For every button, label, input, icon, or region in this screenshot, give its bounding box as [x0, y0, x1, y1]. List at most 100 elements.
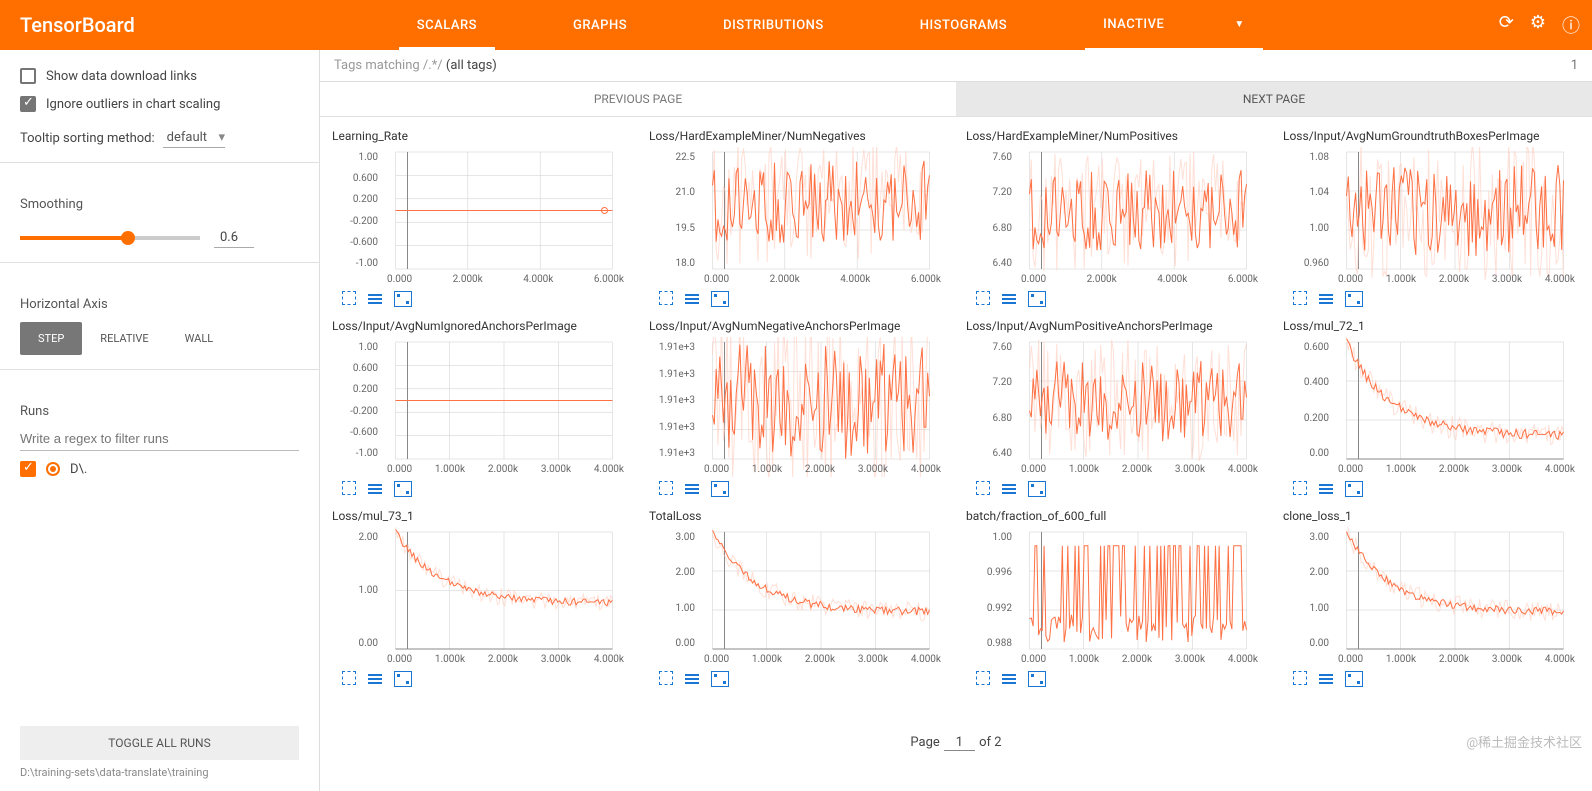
chart-actions	[649, 671, 946, 687]
axis-wall-button[interactable]: WALL	[167, 322, 232, 355]
charts-grid: Learning_Rate 1.000.6000.200-0.200-0.600…	[320, 117, 1592, 727]
chart-plot[interactable]: 3.002.001.000.00 0.0001.000k2.000k3.000k…	[649, 527, 946, 667]
smoothing-slider[interactable]	[20, 236, 200, 240]
axis-relative-button[interactable]: RELATIVE	[82, 322, 166, 355]
box-icon[interactable]	[394, 291, 412, 307]
chart-actions	[1283, 671, 1580, 687]
refresh-icon[interactable]: ⟳	[1499, 12, 1514, 38]
chart-plot[interactable]: 3.002.001.000.00 0.0001.000k2.000k3.000k…	[1283, 527, 1580, 667]
smoothing-label: Smoothing	[20, 197, 299, 212]
chart-card: Loss/Input/AvgNumPositiveAnchorsPerImage…	[966, 319, 1263, 497]
box-icon[interactable]	[1345, 481, 1363, 497]
chart-plot[interactable]: 1.000.6000.200-0.200-0.600-1.00 0.0002.0…	[332, 147, 629, 287]
expand-icon[interactable]	[342, 291, 356, 305]
lines-icon[interactable]	[1000, 671, 1018, 687]
box-icon[interactable]	[711, 291, 729, 307]
prev-page-button[interactable]: PREVIOUS PAGE	[320, 82, 956, 117]
chart-title: Loss/Input/AvgNumNegativeAnchorsPerImage	[649, 319, 946, 333]
chart-plot[interactable]: 1.000.6000.200-0.200-0.600-1.00 0.0001.0…	[332, 337, 629, 477]
axis-step-button[interactable]: STEP	[20, 322, 82, 355]
expand-icon[interactable]	[659, 291, 673, 305]
chart-plot[interactable]: 7.607.206.806.40 0.0001.000k2.000k3.000k…	[966, 337, 1263, 477]
show-download-row[interactable]: Show data download links	[20, 68, 299, 84]
next-page-button[interactable]: NEXT PAGE	[956, 82, 1592, 117]
chart-actions	[1283, 291, 1580, 307]
tab-inactive[interactable]: INACTIVE▼	[1085, 0, 1263, 50]
page-number-input[interactable]: 1	[944, 735, 975, 751]
checkbox-unchecked-icon[interactable]	[20, 68, 36, 84]
box-icon[interactable]	[1028, 481, 1046, 497]
box-icon[interactable]	[394, 671, 412, 687]
chart-title: clone_loss_1	[1283, 509, 1580, 523]
lines-icon[interactable]	[1317, 481, 1335, 497]
expand-icon[interactable]	[976, 291, 990, 305]
lines-icon[interactable]	[366, 481, 384, 497]
ignore-outliers-label: Ignore outliers in chart scaling	[46, 97, 220, 112]
chart-actions	[966, 481, 1263, 497]
chart-title: Loss/Input/AvgNumPositiveAnchorsPerImage	[966, 319, 1263, 333]
box-icon[interactable]	[1028, 291, 1046, 307]
expand-icon[interactable]	[659, 671, 673, 685]
smoothing-value[interactable]: 0.6	[214, 228, 254, 248]
lines-icon[interactable]	[683, 671, 701, 687]
chart-actions	[649, 481, 946, 497]
ignore-outliers-row[interactable]: Ignore outliers in chart scaling	[20, 96, 299, 112]
box-icon[interactable]	[394, 481, 412, 497]
chart-actions	[649, 291, 946, 307]
header-actions: ⟳ ⚙ ⓘ	[1487, 12, 1592, 38]
runs-filter-input[interactable]	[20, 427, 299, 451]
box-icon[interactable]	[1345, 671, 1363, 687]
expand-icon[interactable]	[976, 671, 990, 685]
expand-icon[interactable]	[1293, 481, 1307, 495]
expand-icon[interactable]	[976, 481, 990, 495]
chart-title: Loss/mul_72_1	[1283, 319, 1580, 333]
info-icon[interactable]: ⓘ	[1562, 12, 1580, 38]
box-icon[interactable]	[1028, 671, 1046, 687]
lines-icon[interactable]	[1317, 291, 1335, 307]
chart-plot[interactable]: 1.000.9960.9920.988 0.0001.000k2.000k3.0…	[966, 527, 1263, 667]
chart-plot[interactable]: 1.91e+31.91e+31.91e+31.91e+31.91e+3 0.00…	[649, 337, 946, 477]
expand-icon[interactable]	[342, 481, 356, 495]
tooltip-sort-label: Tooltip sorting method:	[20, 131, 155, 146]
chart-plot[interactable]: 7.607.206.806.40 0.0002.000k4.000k6.000k	[966, 147, 1263, 287]
chart-title: Loss/mul_73_1	[332, 509, 629, 523]
tab-scalars[interactable]: SCALARS	[399, 0, 495, 50]
tooltip-sort-select[interactable]: default	[163, 128, 225, 148]
chart-plot[interactable]: 22.521.019.518.0 0.0002.000k4.000k6.000k	[649, 147, 946, 287]
checkbox-checked-icon[interactable]	[20, 461, 36, 477]
expand-icon[interactable]	[342, 671, 356, 685]
chart-plot[interactable]: 2.001.000.00 0.0001.000k2.000k3.000k4.00…	[332, 527, 629, 667]
expand-icon[interactable]	[659, 481, 673, 495]
box-icon[interactable]	[1345, 291, 1363, 307]
toggle-all-runs-button[interactable]: TOGGLE ALL RUNS	[20, 726, 299, 760]
chart-card: Loss/Input/AvgNumIgnoredAnchorsPerImage …	[332, 319, 629, 497]
expand-icon[interactable]	[1293, 291, 1307, 305]
run-item-label: D\.	[70, 462, 87, 477]
chart-plot[interactable]: 1.081.041.000.960 0.0001.000k2.000k3.000…	[1283, 147, 1580, 287]
lines-icon[interactable]	[683, 291, 701, 307]
checkbox-checked-icon[interactable]	[20, 96, 36, 112]
tab-graphs[interactable]: GRAPHS	[555, 0, 645, 50]
box-icon[interactable]	[711, 671, 729, 687]
chart-title: TotalLoss	[649, 509, 946, 523]
chart-card: Loss/HardExampleMiner/NumPositives 7.607…	[966, 129, 1263, 307]
tab-distributions[interactable]: DISTRIBUTIONS	[705, 0, 842, 50]
chart-card: Loss/mul_73_1 2.001.000.00 0.0001.000k2.…	[332, 509, 629, 687]
gear-icon[interactable]: ⚙	[1530, 12, 1546, 38]
box-icon[interactable]	[711, 481, 729, 497]
lines-icon[interactable]	[683, 481, 701, 497]
horiz-axis-label: Horizontal Axis	[20, 297, 299, 312]
tab-histograms[interactable]: HISTOGRAMS	[902, 0, 1025, 50]
lines-icon[interactable]	[366, 291, 384, 307]
chart-plot[interactable]: 0.6000.4000.2000.00 0.0001.000k2.000k3.0…	[1283, 337, 1580, 477]
lines-icon[interactable]	[1317, 671, 1335, 687]
expand-icon[interactable]	[1293, 671, 1307, 685]
lines-icon[interactable]	[1000, 481, 1018, 497]
chart-actions	[966, 291, 1263, 307]
lines-icon[interactable]	[1000, 291, 1018, 307]
tag-count: 1	[1571, 58, 1578, 73]
chart-card: clone_loss_1 3.002.001.000.00 0.0001.000…	[1283, 509, 1580, 687]
lines-icon[interactable]	[366, 671, 384, 687]
chart-actions	[332, 481, 629, 497]
run-item[interactable]: D\.	[20, 461, 299, 477]
